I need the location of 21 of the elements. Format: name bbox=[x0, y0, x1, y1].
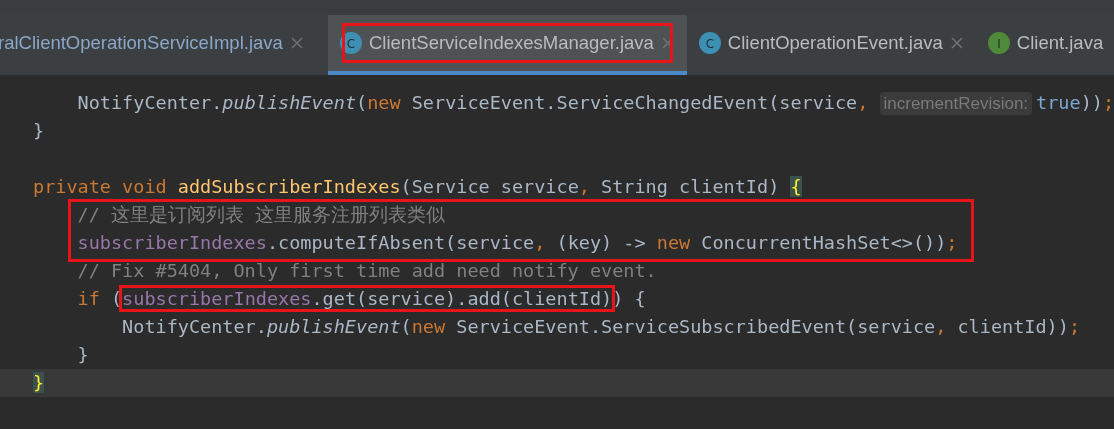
code-line: NotifyCenter.publishEvent(new ServiceEvent.ServiceSubscribedEvent(service, clientId)); bbox=[121, 315, 1081, 339]
interface-file-icon: I bbox=[987, 32, 1010, 54]
code-line: subscriberIndexes.computeIfAbsent(service, (key) -> new ConcurrentHashSet<>()); bbox=[76, 231, 959, 255]
code-line: if (subscriberIndexes.get(service).add(clientId)) { bbox=[0, 285, 1114, 313]
editor-tab[interactable]: C ClientOperationEvent.java bbox=[686, 15, 976, 75]
code-line: } bbox=[76, 343, 90, 367]
code-line: // 这里是订阅列表 这里服务注册列表类似 bbox=[76, 203, 447, 227]
class-file-icon: C bbox=[698, 32, 721, 54]
close-icon[interactable] bbox=[660, 36, 675, 50]
code-line: } bbox=[32, 119, 46, 143]
editor-tab[interactable]: I Client.java bbox=[975, 15, 1114, 75]
editor-tab[interactable]: C ClientServiceIndexesManager.java bbox=[328, 15, 687, 75]
code-line: NotifyCenter.publishEvent(new ServiceEvent.ServiceChangedEvent(service, incrementRevision: true)); bbox=[76, 91, 1114, 117]
class-file-icon: C bbox=[340, 32, 362, 54]
inlay-hint: incrementRevision: bbox=[879, 92, 1033, 115]
editor-tab[interactable]: ralClientOperationServiceImpl.java bbox=[0, 15, 328, 75]
code-line: // Fix #5404, Only first time add need notify event. bbox=[76, 259, 658, 283]
highlight-box: subscriberIndexes.get(service).add(clientId) bbox=[119, 285, 616, 312]
code-line: private void addSubscriberIndexes(Service service, String clientId) { bbox=[32, 175, 803, 199]
close-icon[interactable] bbox=[289, 36, 304, 50]
close-icon[interactable] bbox=[949, 36, 964, 50]
